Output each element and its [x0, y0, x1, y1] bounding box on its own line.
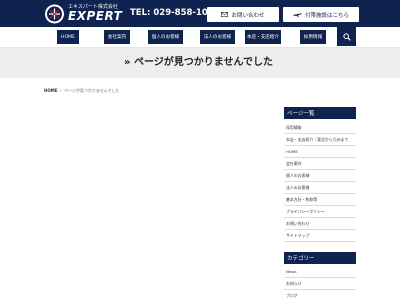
breadcrumb-separator: »: [59, 88, 62, 93]
sidebar-category-list: News お知らせ ブログ: [284, 266, 356, 300]
sidebar-page-item[interactable]: 本店・支店紹介｜東北から九州まで: [284, 134, 356, 146]
sidebar-category-item[interactable]: お知らせ: [284, 278, 356, 290]
search-button[interactable]: [337, 27, 356, 46]
sidebar-category-item[interactable]: ブログ: [284, 290, 356, 300]
nav-recruit[interactable]: 採用情報: [300, 30, 326, 44]
mail-icon: [221, 12, 229, 17]
breadcrumb-home[interactable]: HOME: [44, 88, 57, 93]
sidebar-pages-heading: ページ一覧: [284, 107, 356, 119]
sidebar-category-heading: カテゴリー: [284, 252, 356, 264]
sidebar-page-item[interactable]: 会社案内: [284, 158, 356, 170]
sidebar-page-item[interactable]: HOME: [284, 146, 356, 158]
sidebar-page-item[interactable]: 法人のお客様: [284, 182, 356, 194]
school-button[interactable]: 付帯施設はこちら: [283, 7, 359, 22]
sidebar-page-item[interactable]: プライバシーポリシー: [284, 206, 356, 218]
nav-home[interactable]: HOME: [57, 30, 79, 44]
plane-icon: [292, 13, 302, 17]
contact-button[interactable]: お問い合わせ: [207, 7, 279, 22]
nav-corporate[interactable]: 法人のお客様: [200, 30, 235, 44]
contact-button-label: お問い合わせ: [231, 12, 265, 19]
nav-company[interactable]: 会社案内: [104, 30, 130, 44]
logo-emblem-icon: [45, 4, 64, 24]
breadcrumb: HOME» ページが見つかりませんでした: [44, 88, 120, 93]
sidebar-page-item[interactable]: 基本方針・約款等: [284, 194, 356, 206]
sidebar-page-item[interactable]: 採用情報: [284, 122, 356, 134]
breadcrumb-current: ページが見つかりませんでした: [63, 88, 120, 93]
sidebar-pages-list: 採用情報 本店・支店紹介｜東北から九州まで HOME 会社案内 個人のお客様 法…: [284, 122, 356, 242]
logo-text: EXPERT: [68, 9, 123, 23]
search-icon: [342, 32, 351, 41]
site-header: エキスパート株式会社 EXPERT TEL: 029-858-1000 お問い合…: [0, 0, 400, 27]
sidebar-page-item[interactable]: お問い合わせ: [284, 218, 356, 230]
page-title: » ページが見つかりませんでした: [124, 57, 273, 68]
sidebar-category-item[interactable]: News: [284, 266, 356, 278]
nav-branches[interactable]: 本店・支店紹介: [245, 30, 281, 44]
nav-individual[interactable]: 個人のお客様: [148, 30, 183, 44]
site-logo[interactable]: エキスパート株式会社 EXPERT: [44, 3, 124, 24]
sidebar-page-item[interactable]: 個人のお客様: [284, 170, 356, 182]
sidebar-page-item[interactable]: サイトマップ: [284, 230, 356, 242]
school-button-label: 付帯施設はこちら: [304, 12, 349, 19]
